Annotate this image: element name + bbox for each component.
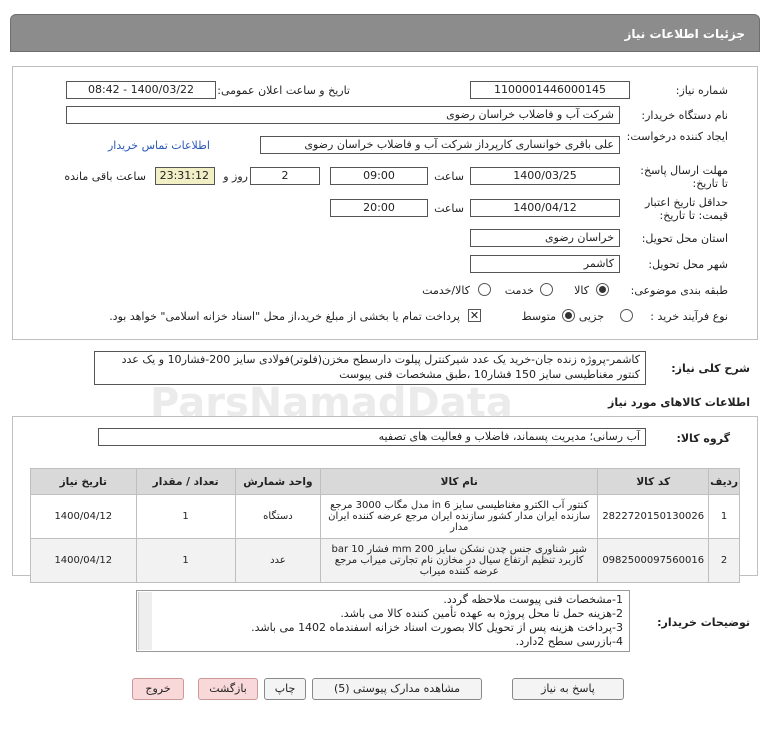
days-field[interactable]: 2: [250, 167, 320, 185]
col-name: نام کالا: [320, 468, 599, 495]
table-row[interactable]: 1 2822720150130026 کنتور آب الکترو مغناط…: [30, 494, 740, 539]
goods-section-title: اطلاعات کالاهای مورد نیاز: [608, 396, 750, 409]
row-qty: 1: [135, 538, 236, 583]
buyer-notes-box[interactable]: 1-مشخصات فنی پیوست ملاحظه گردد. 2-هزینه …: [136, 590, 630, 652]
province-label: استان محل تحویل:: [641, 232, 728, 245]
reply-button[interactable]: پاسخ به نیاز: [512, 678, 624, 700]
price-date-field[interactable]: 1400/04/12: [470, 199, 620, 217]
remaining-label: ساعت باقی مانده: [64, 170, 146, 183]
days-label: روز و: [223, 170, 248, 183]
back-button[interactable]: بازگشت: [198, 678, 258, 700]
print-button[interactable]: چاپ: [264, 678, 306, 700]
creator-label: ایجاد کننده درخواست:: [626, 130, 728, 143]
purchase-medium-radio[interactable]: [562, 309, 575, 322]
goods-group-field[interactable]: آب رسانی؛ مدیریت پسماند، فاضلاب و فعالیت…: [98, 428, 646, 446]
row-index: 2: [708, 538, 740, 583]
row-unit: دستگاه: [234, 494, 322, 539]
creator-field[interactable]: علی باقری خوانساری کارپرداز شرکت آب و فا…: [260, 136, 620, 154]
price-time-field[interactable]: 20:00: [330, 199, 428, 217]
col-unit: واحد شمارش: [234, 468, 322, 495]
col-date: تاریخ نیاز: [30, 468, 137, 495]
buyer-notes-label: توضیحات خریدار:: [657, 616, 750, 629]
notes-scrollbar[interactable]: [138, 592, 152, 650]
reply-deadline-label: مهلت ارسال پاسخ: تا تاریخ:: [640, 164, 728, 190]
purchase-minor-radio[interactable]: [620, 309, 633, 322]
price-validity-label: حداقل تاریخ اعتبار قیمت: تا تاریخ:: [644, 196, 728, 222]
row-qty: 1: [135, 494, 236, 539]
reply-time-label: ساعت: [434, 170, 464, 183]
category-label: طبقه بندی موضوعی:: [630, 284, 728, 297]
category-mixed-label: کالا/خدمت: [422, 284, 470, 297]
buyer-field[interactable]: شرکت آب و فاضلاب خراسان رضوی: [66, 106, 620, 124]
watermark: ParsNamadData: [150, 380, 513, 426]
row-unit: عدد: [234, 538, 322, 583]
remaining-time-field: 23:31:12: [155, 167, 215, 185]
category-service-radio[interactable]: [540, 283, 553, 296]
col-index: ردیف: [708, 468, 740, 495]
category-goods-radio[interactable]: [596, 283, 609, 296]
reply-date-field[interactable]: 1400/03/25: [470, 167, 620, 185]
row-name: کنتور آب الکترو مغناطیسی سایز in 6 مدل م…: [320, 494, 599, 539]
category-mixed-radio[interactable]: [478, 283, 491, 296]
category-goods-label: کالا: [574, 284, 589, 297]
exit-button[interactable]: خروج: [132, 678, 184, 700]
price-time-label: ساعت: [434, 202, 464, 215]
purchase-type-label: نوع فرآیند خرید :: [650, 310, 728, 323]
row-name: شیر شناوری جنس چدن نشکن سایز mm 200 فشار…: [320, 538, 599, 583]
purchase-medium-label: متوسط: [521, 310, 556, 323]
table-row[interactable]: 2 0982500097560016 شیر شناوری جنس چدن نش…: [30, 538, 740, 583]
city-field[interactable]: کاشمر: [470, 255, 620, 273]
goods-table: ردیف کد کالا نام کالا واحد شمارش تعداد /…: [30, 468, 740, 583]
note-line: 3-پرداخت هزینه پس از تحویل کالا بصورت اس…: [251, 621, 623, 634]
note-line: 1-مشخصات فنی پیوست ملاحظه گردد.: [443, 593, 623, 606]
treasury-checkbox[interactable]: ✕: [468, 309, 481, 322]
note-line: 4-بازرسی سطح 2دارد.: [515, 635, 623, 648]
city-label: شهر محل تحویل:: [648, 258, 728, 271]
page-header: جزئیات اطلاعات نیاز: [10, 14, 760, 52]
need-number-label: شماره نیاز:: [675, 84, 728, 97]
description-label: شرح کلی نیاز:: [671, 362, 750, 375]
row-code: 0982500097560016: [597, 538, 710, 583]
row-date: 1400/04/12: [30, 494, 137, 539]
category-service-label: خدمت: [504, 284, 534, 297]
announce-field[interactable]: 1400/03/22 - 08:42: [66, 81, 216, 99]
announce-label: تاریخ و ساعت اعلان عمومی:: [217, 84, 350, 97]
col-code: کد کالا: [597, 468, 710, 495]
row-date: 1400/04/12: [30, 538, 137, 583]
attachments-button[interactable]: مشاهده مدارک پیوستی (5): [312, 678, 482, 700]
reply-time-field[interactable]: 09:00: [330, 167, 428, 185]
goods-group-label: گروه کالا:: [676, 432, 730, 445]
need-number-field[interactable]: 1100001446000145: [470, 81, 630, 99]
province-field[interactable]: خراسان رضوی: [470, 229, 620, 247]
buyer-label: نام دستگاه خریدار:: [641, 109, 728, 122]
row-code: 2822720150130026: [597, 494, 710, 539]
note-line: 2-هزینه حمل تا محل پروژه به عهده تأمین ک…: [340, 607, 623, 620]
col-qty: تعداد / مقدار: [135, 468, 236, 495]
page-title: جزئیات اطلاعات نیاز: [624, 27, 745, 41]
purchase-minor-label: جزیی: [578, 310, 604, 323]
payment-note: پرداخت تمام یا بخشی از مبلغ خرید،از محل …: [109, 310, 460, 323]
contact-link[interactable]: اطلاعات تماس خریدار: [108, 139, 210, 152]
row-index: 1: [708, 494, 740, 539]
